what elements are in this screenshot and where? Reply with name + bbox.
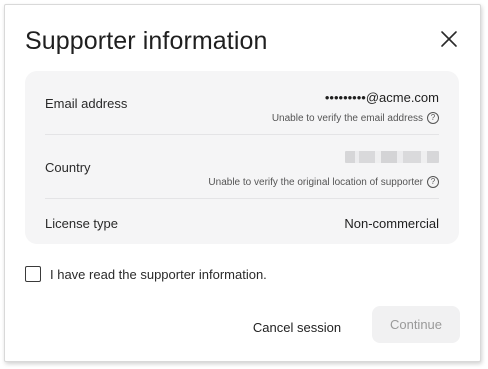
supporter-info-card: Email address •••••••••@acme.com Unable …: [25, 71, 459, 244]
help-circle-icon[interactable]: ?: [427, 112, 439, 124]
email-value: •••••••••@acme.com: [324, 90, 439, 105]
supporter-information-dialog: Supporter information Email address ••••…: [4, 4, 481, 362]
email-verify-note: Unable to verify the email address ?: [272, 112, 439, 124]
license-row: License type Non-commercial: [45, 199, 439, 244]
email-row: Email address •••••••••@acme.com Unable …: [45, 71, 439, 135]
license-label: License type: [45, 216, 118, 231]
confirm-checkbox[interactable]: [25, 266, 41, 282]
country-label: Country: [45, 160, 91, 175]
email-label: Email address: [45, 96, 128, 111]
dialog-title: Supporter information: [25, 27, 268, 55]
continue-button[interactable]: Continue: [372, 306, 460, 343]
country-verify-note: Unable to verify the original location o…: [208, 176, 439, 188]
license-value: Non-commercial: [344, 216, 439, 231]
country-verify-text: Unable to verify the original location o…: [208, 176, 423, 188]
confirm-label[interactable]: I have read the supporter information.: [50, 267, 267, 282]
blurred-country-value: [345, 151, 439, 163]
confirm-row[interactable]: I have read the supporter information.: [25, 266, 267, 282]
country-row: Country Unable to verify the original lo…: [45, 135, 439, 199]
help-circle-icon[interactable]: ?: [427, 176, 439, 188]
cancel-session-button[interactable]: Cancel session: [241, 309, 353, 345]
close-icon[interactable]: [439, 29, 459, 49]
email-verify-text: Unable to verify the email address: [271, 112, 423, 124]
